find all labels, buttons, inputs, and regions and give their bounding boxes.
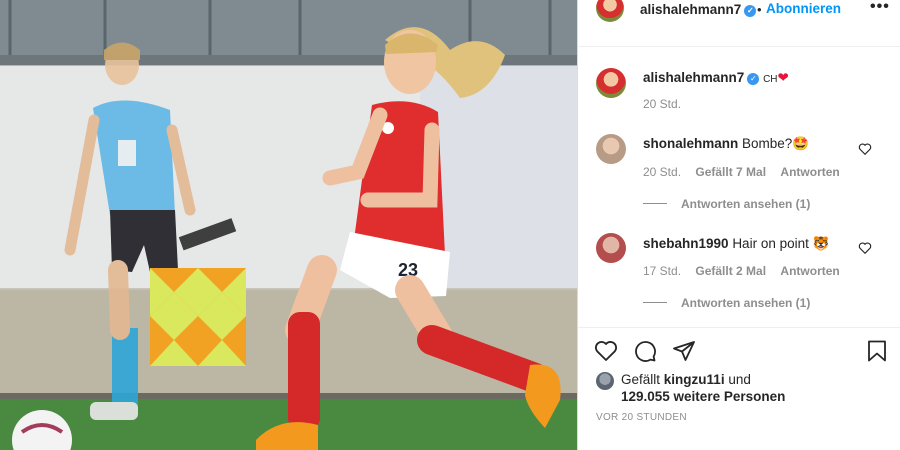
caption-line: alishalehmann7 ✓ CH❤ (643, 70, 789, 86)
actions-divider (578, 327, 900, 328)
post-timestamp[interactable]: VOR 20 STUNDEN (596, 412, 687, 423)
heart-emoji: ❤ (777, 70, 789, 85)
comment-time: 20 Std. (643, 165, 682, 179)
heart-icon[interactable] (594, 339, 618, 363)
share-icon[interactable] (672, 339, 696, 363)
view-replies-link[interactable]: Antworten ansehen (1) (643, 197, 810, 211)
caption-avatar[interactable] (596, 68, 626, 98)
author-username[interactable]: alishalehmann7 ✓ (640, 2, 757, 17)
comment-likes[interactable]: Gefällt 7 Mal (695, 165, 766, 179)
reply-button[interactable]: Antworten (780, 165, 839, 179)
separator-dot: • (757, 2, 762, 17)
view-replies-link[interactable]: Antworten ansehen (1) (643, 296, 810, 310)
comment-line: shebahn1990 Hair on point 🐯 (643, 236, 829, 252)
replies-dash (643, 203, 667, 204)
header-divider (578, 46, 900, 47)
comment-like-heart-icon[interactable] (858, 241, 872, 255)
comment-meta: 20 Std. Gefällt 7 Mal Antworten (643, 165, 851, 179)
liker-avatar[interactable] (596, 372, 614, 390)
comment-emoji: 🐯 (812, 236, 830, 251)
verified-badge-icon: ✓ (744, 5, 757, 17)
photo-scene: 23 (0, 0, 577, 450)
caption-username[interactable]: alishalehmann7 (643, 70, 744, 85)
bookmark-icon[interactable] (865, 339, 889, 363)
comment-time: 17 Std. (643, 264, 682, 278)
comment-text: Bombe? (742, 136, 793, 151)
comment-username[interactable]: shebahn1990 (643, 236, 729, 251)
comment-line: shonalehmann Bombe?🤩 (643, 136, 809, 152)
liker-username[interactable]: kingzu11i (664, 372, 725, 387)
comment-like-heart-icon[interactable] (858, 142, 872, 156)
comment-emoji: 🤩 (792, 136, 810, 151)
comment-icon[interactable] (633, 339, 657, 363)
follow-button[interactable]: Abonnieren (766, 1, 841, 16)
caption-time: 20 Std. (643, 97, 682, 111)
post-photo[interactable]: 23 (0, 0, 577, 450)
comment-avatar[interactable] (596, 134, 626, 164)
comment-avatar[interactable] (596, 233, 626, 263)
caption-text: CH (763, 74, 778, 85)
comment-text: Hair on point (732, 236, 809, 251)
comment-username[interactable]: shonalehmann (643, 136, 738, 151)
likes-count[interactable]: 129.055 weitere Personen (621, 389, 785, 404)
verified-badge-icon: ✓ (747, 73, 760, 85)
replies-dash (643, 302, 667, 303)
more-options-icon[interactable]: ••• (870, 0, 890, 16)
reply-button[interactable]: Antworten (780, 264, 839, 278)
comment-meta: 17 Std. Gefällt 2 Mal Antworten (643, 264, 851, 278)
instagram-post-view: 23 alishalehmann7 ✓ • Abonnieren ••• alis… (0, 0, 900, 450)
likes-line: Gefällt kingzu11i und (621, 372, 751, 387)
comment-likes[interactable]: Gefällt 2 Mal (695, 264, 766, 278)
